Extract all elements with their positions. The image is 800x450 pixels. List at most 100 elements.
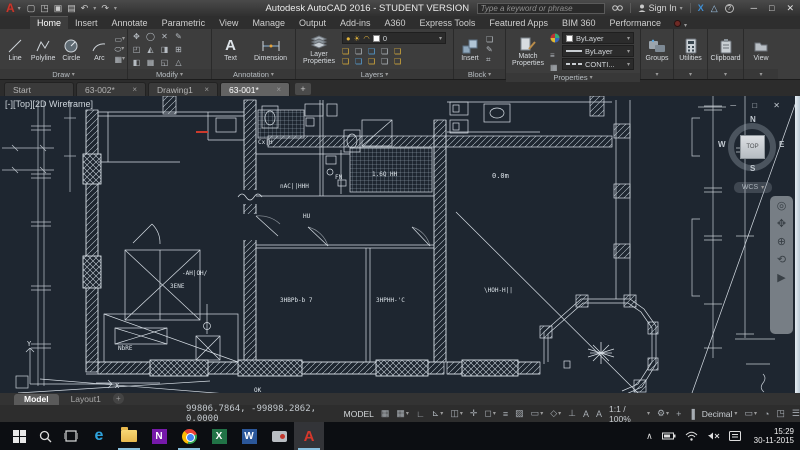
- sign-in-button[interactable]: Sign In ▾: [638, 3, 683, 13]
- vertical-scrollbar[interactable]: [795, 96, 800, 393]
- layer-tool-icon[interactable]: ❏: [355, 56, 368, 66]
- tab-express-tools[interactable]: Express Tools: [413, 17, 483, 29]
- lineweight-list-icon[interactable]: ≡: [550, 51, 560, 60]
- block-attr-icon[interactable]: ⌗: [486, 55, 493, 64]
- tab-manage[interactable]: Manage: [245, 17, 292, 29]
- autoscale-icon[interactable]: A: [596, 409, 602, 419]
- edge-app[interactable]: e: [84, 422, 114, 450]
- object-snap-icon[interactable]: ◻▾: [484, 408, 496, 419]
- start-button[interactable]: [6, 422, 32, 450]
- exchange-apps-icon[interactable]: X: [698, 3, 704, 13]
- layer-tool-icon[interactable]: ❏: [394, 46, 407, 56]
- ribbon-options-caret-icon[interactable]: ▾: [684, 22, 687, 29]
- match-properties-button[interactable]: Match Properties: [508, 35, 548, 67]
- new-layout-button[interactable]: +: [113, 393, 124, 404]
- mirror-icon[interactable]: ◭: [147, 45, 153, 54]
- tab-featured-apps[interactable]: Featured Apps: [482, 17, 555, 29]
- polyline-button[interactable]: Polyline: [30, 37, 56, 62]
- tab-a360[interactable]: A360: [378, 17, 413, 29]
- qat-customize-icon[interactable]: ▾: [114, 5, 117, 12]
- new-icon[interactable]: ▢: [27, 3, 36, 14]
- file-tab-63-001[interactable]: 63-001*×: [220, 82, 290, 96]
- stretch-icon[interactable]: ◧: [133, 58, 141, 67]
- osnap-3d-icon[interactable]: ◇▾: [550, 408, 561, 419]
- transparency-icon[interactable]: ▨: [515, 408, 524, 419]
- copy-icon[interactable]: ◰: [133, 45, 141, 54]
- insert-button[interactable]: Insert: [456, 37, 484, 62]
- clock-icon[interactable]: ◔: [764, 409, 769, 419]
- layer-select[interactable]: ● ☀ ◠ 0 ▾: [342, 32, 446, 44]
- tab-home[interactable]: Home: [30, 16, 68, 29]
- panel-label-clipboard[interactable]: ▾: [708, 69, 743, 79]
- trim-icon[interactable]: ✕: [161, 32, 168, 41]
- wcs-button[interactable]: WCS▾: [734, 182, 772, 193]
- osnap-tracking-icon[interactable]: ✛: [470, 408, 478, 419]
- tab-addins[interactable]: Add-ins: [333, 17, 378, 29]
- lineweight-select[interactable]: ByLayer ▾: [562, 45, 634, 57]
- isolate-objects-icon[interactable]: ▐: [688, 409, 694, 419]
- panel-label-modify[interactable]: Modify▾: [128, 69, 211, 79]
- tab-output[interactable]: Output: [292, 17, 333, 29]
- selection-cycling-icon[interactable]: ▭▾: [531, 408, 544, 419]
- chrome-app[interactable]: [174, 422, 204, 450]
- viewcube-north[interactable]: N: [750, 115, 756, 124]
- erase-icon[interactable]: ✎: [175, 32, 182, 41]
- line-button[interactable]: Line: [2, 37, 28, 62]
- viewcube-south[interactable]: S: [750, 164, 755, 173]
- undo-caret-icon[interactable]: ▾: [93, 5, 96, 12]
- save-icon[interactable]: ▣: [54, 3, 63, 14]
- arc-button[interactable]: Arc: [86, 37, 112, 62]
- action-center-icon[interactable]: [729, 431, 741, 442]
- panel-label-block[interactable]: Block▾: [454, 69, 505, 79]
- utilities-button[interactable]: Utilities: [677, 37, 705, 62]
- linetype-list-icon[interactable]: ▦: [550, 63, 560, 72]
- lineweight-display-icon[interactable]: ≡: [503, 409, 508, 419]
- ortho-icon[interactable]: ∟: [416, 409, 425, 419]
- a360-icon[interactable]: △: [711, 3, 718, 14]
- drawing-window-controls[interactable]: ─ □ ✕: [730, 101, 787, 110]
- viewport-controls-label[interactable]: [-][Top][2D Wireframe]: [5, 99, 93, 109]
- close-tab-icon[interactable]: ×: [204, 85, 209, 94]
- panel-label-layers[interactable]: Layers▾: [296, 69, 453, 79]
- view-button[interactable]: View: [747, 37, 775, 62]
- rotate-icon[interactable]: ◯: [146, 32, 155, 41]
- scale-icon[interactable]: ▦: [147, 58, 155, 67]
- showmotion-icon[interactable]: ▶: [777, 273, 785, 284]
- panel-label-annotation[interactable]: Annotation▾: [212, 69, 295, 79]
- drawing-canvas[interactable]: 3ENE NbRE -AH|OH/ Cx|H HU nAC||HHH FN 1.…: [0, 96, 800, 393]
- annotation-visibility-icon[interactable]: A: [583, 409, 589, 419]
- panel-label-properties[interactable]: Properties▾: [506, 73, 640, 82]
- zoom-icon[interactable]: ⊕: [777, 237, 786, 248]
- hatch-icon[interactable]: ▦▾: [114, 55, 125, 64]
- clean-screen-icon[interactable]: ◳: [776, 408, 785, 419]
- fillet-icon[interactable]: ◨: [161, 45, 169, 54]
- volume-muted-icon[interactable]: [707, 431, 720, 441]
- taskbar-clock[interactable]: 15:29 30-11-2015: [750, 427, 794, 445]
- layer-properties-button[interactable]: Layer Properties: [298, 33, 340, 65]
- annotation-scale-button[interactable]: 1:1 / 100%▾: [609, 404, 650, 424]
- chamfer-icon[interactable]: △: [175, 58, 181, 67]
- tab-performance[interactable]: Performance: [602, 17, 668, 29]
- panel-label-view[interactable]: ▾: [744, 69, 778, 79]
- snap-grid-icon[interactable]: ▦: [381, 408, 390, 419]
- edit-block-icon[interactable]: ✎: [486, 45, 493, 54]
- tab-annotate[interactable]: Annotate: [105, 17, 155, 29]
- workspace-switching-icon[interactable]: ⚙▾: [657, 408, 669, 419]
- excel-app[interactable]: X: [204, 422, 234, 450]
- redo-icon[interactable]: ↷: [101, 3, 109, 14]
- panel-label-utilities[interactable]: ▾: [674, 69, 707, 79]
- help-icon[interactable]: ?: [725, 4, 734, 13]
- autocad-logo-icon[interactable]: A: [6, 2, 15, 14]
- file-tab-drawing1[interactable]: Drawing1×: [148, 82, 218, 96]
- task-view-button[interactable]: [58, 422, 84, 450]
- color-wheel-icon[interactable]: [550, 30, 560, 48]
- array-icon[interactable]: ◱: [161, 58, 169, 67]
- ellipse-icon[interactable]: ⬭▾: [114, 45, 125, 54]
- tab-view[interactable]: View: [212, 17, 245, 29]
- create-block-icon[interactable]: ❏: [486, 35, 493, 44]
- word-app[interactable]: W: [234, 422, 264, 450]
- units-button[interactable]: Decimal▾: [702, 409, 738, 419]
- taskbar-search-button[interactable]: [32, 422, 58, 450]
- saveas-icon[interactable]: ▤: [67, 3, 76, 14]
- linetype-select[interactable]: CONTI... ▾: [562, 58, 634, 70]
